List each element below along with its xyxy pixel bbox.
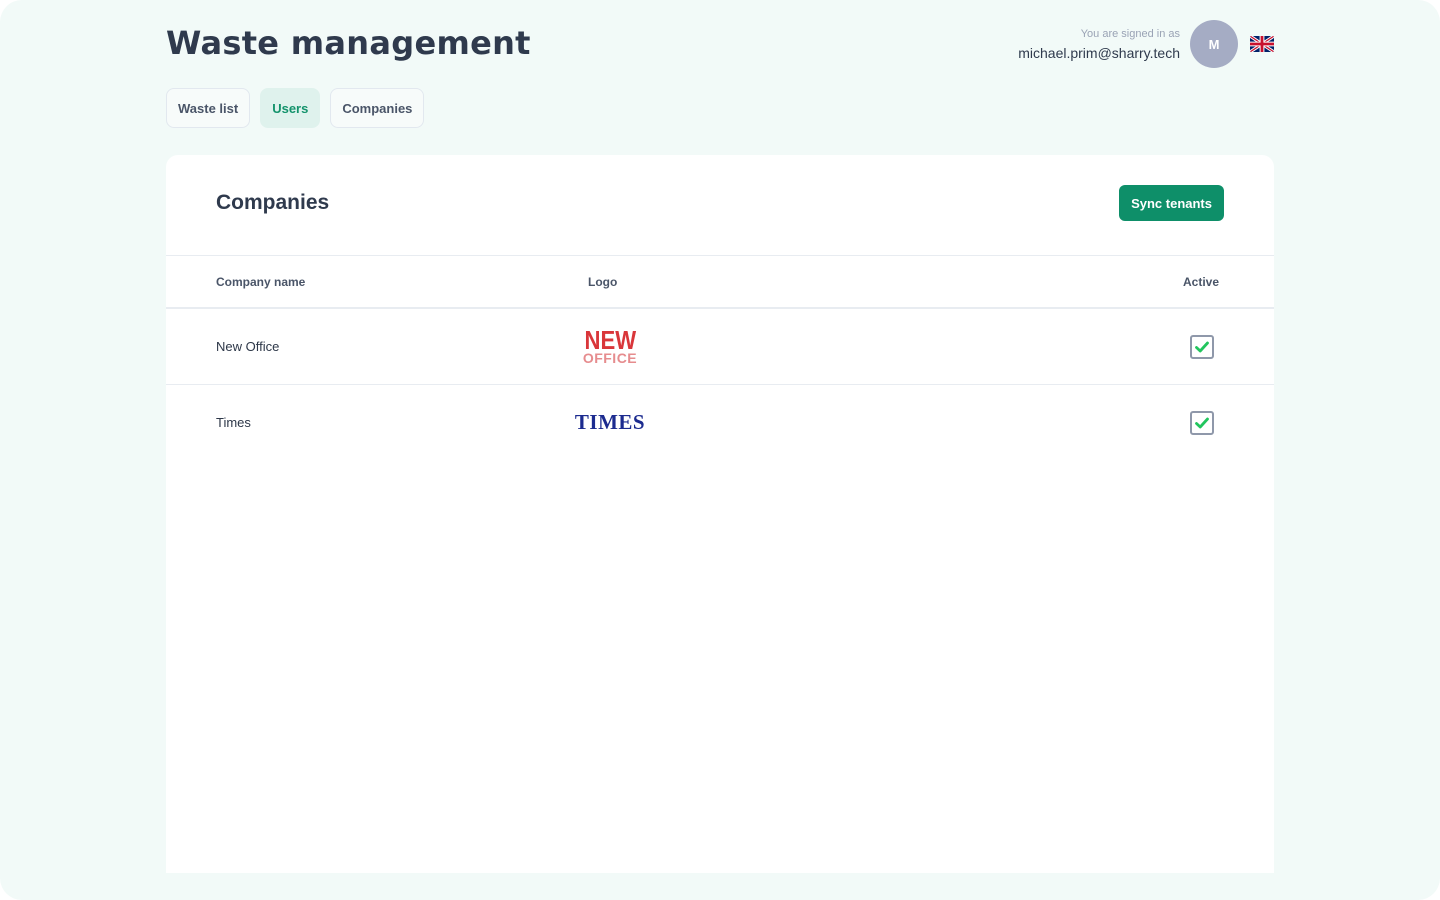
- uk-flag-icon[interactable]: [1250, 35, 1274, 53]
- logo-text-new: NEW: [584, 325, 636, 355]
- sync-tenants-button[interactable]: Sync tenants: [1119, 185, 1224, 221]
- check-icon: [1195, 341, 1209, 353]
- new-office-logo: NEW OFFICE: [580, 327, 641, 365]
- column-header-active: Active: [1183, 275, 1220, 289]
- column-header-company-name: Company name: [216, 275, 306, 289]
- user-email: michael.prim@sharry.tech: [1018, 44, 1180, 61]
- table-header: Company name Logo Active: [166, 256, 1274, 309]
- company-logo: NEW OFFICE: [574, 323, 646, 369]
- times-logo: TIMES: [574, 409, 646, 434]
- card-header: Companies Sync tenants: [166, 155, 1274, 256]
- table-row: New Office NEW OFFICE: [166, 309, 1274, 385]
- nav-tabs: Waste list Users Companies: [166, 88, 434, 128]
- table-body: New Office NEW OFFICE Times TIMES: [166, 309, 1274, 460]
- app-window: Waste management You are signed in as mi…: [0, 0, 1440, 900]
- tab-companies[interactable]: Companies: [330, 88, 425, 128]
- check-icon: [1195, 417, 1209, 429]
- user-area: You are signed in as michael.prim@sharry…: [1018, 20, 1274, 68]
- companies-card: Companies Sync tenants Company name Logo…: [166, 155, 1274, 873]
- active-checkbox[interactable]: [1190, 335, 1214, 359]
- tab-waste-list[interactable]: Waste list: [166, 88, 251, 128]
- active-checkbox[interactable]: [1190, 411, 1214, 435]
- company-name: New Office: [216, 339, 280, 354]
- table-row: Times TIMES: [166, 385, 1274, 460]
- tab-users[interactable]: Users: [260, 88, 321, 128]
- card-title: Companies: [216, 191, 330, 214]
- company-name: Times: [216, 415, 251, 430]
- avatar[interactable]: M: [1190, 20, 1238, 68]
- active-cell: [1190, 411, 1214, 435]
- column-header-logo: Logo: [588, 275, 618, 289]
- page-title: Waste management: [166, 24, 531, 62]
- signed-in-label: You are signed in as: [1080, 27, 1180, 40]
- active-cell: [1190, 335, 1214, 359]
- company-logo: TIMES: [574, 399, 646, 445]
- user-info: You are signed in as michael.prim@sharry…: [1018, 28, 1180, 61]
